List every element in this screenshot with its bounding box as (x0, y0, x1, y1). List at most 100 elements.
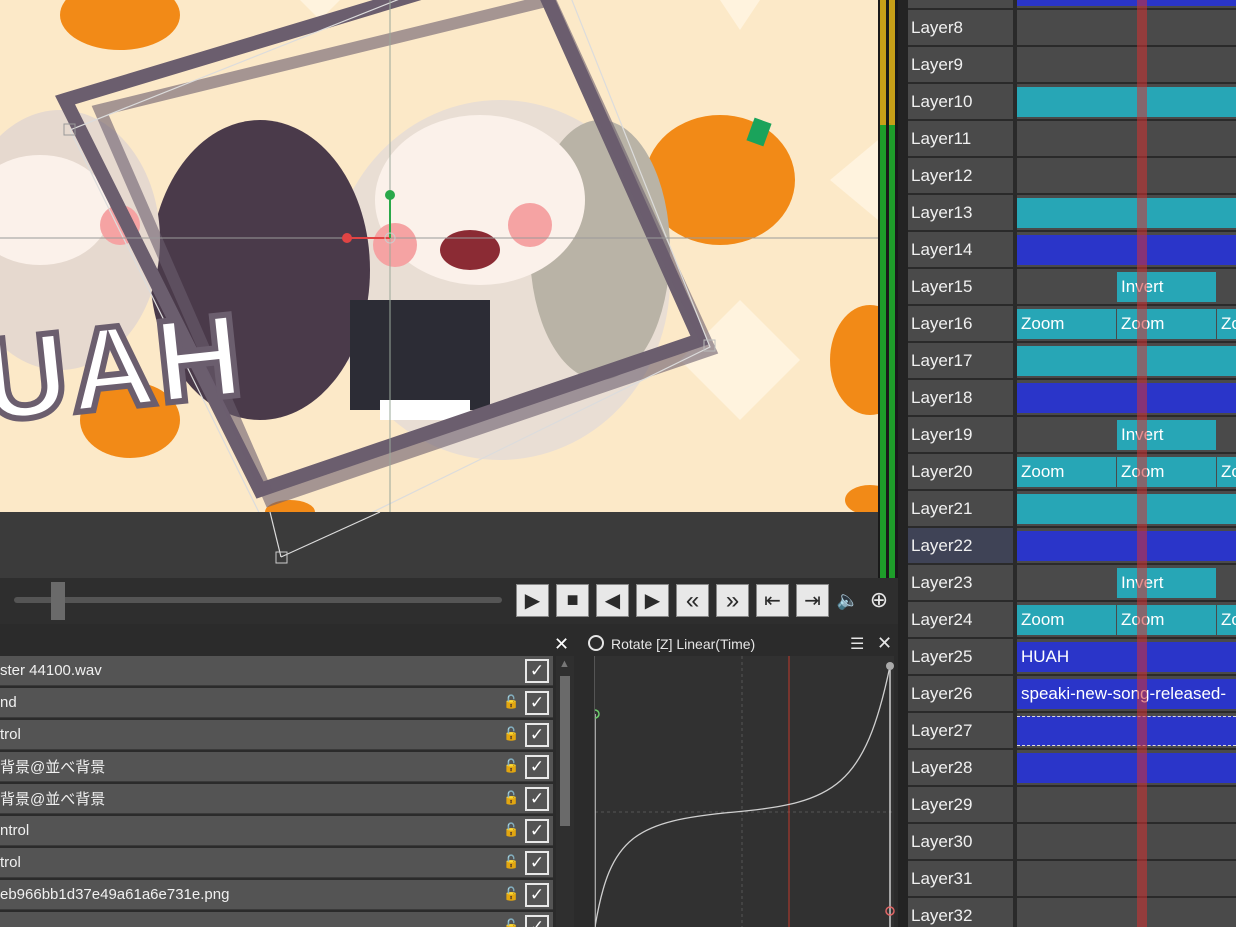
layer-list-row[interactable]: 背景@並べ背景 🔓 ✓ (0, 784, 553, 814)
timeline-track[interactable] (1017, 380, 1236, 416)
go-end-button[interactable]: ⇥ (796, 584, 829, 617)
timeline-clip[interactable] (1017, 346, 1236, 376)
seek-bar-track[interactable] (14, 597, 502, 603)
timeline-track[interactable]: speaki-new-song-released- (1017, 676, 1236, 712)
fast-forward-button[interactable]: » (716, 584, 749, 617)
timeline-clip[interactable]: Zoom (1117, 309, 1216, 339)
timeline-track[interactable]: ZoomZoomZo (1017, 454, 1236, 490)
timeline-track[interactable] (1017, 121, 1236, 157)
go-start-button[interactable]: ⇤ (756, 584, 789, 617)
volume-icon[interactable]: 🔈 (836, 588, 860, 612)
timeline-layer-name[interactable]: Layer26 (908, 676, 1015, 712)
timeline-clip[interactable] (1017, 198, 1236, 228)
timeline-layer-name[interactable]: Layer11 (908, 121, 1015, 157)
scrollbar-thumb[interactable] (560, 676, 570, 826)
timeline-clip[interactable]: Zo (1217, 457, 1236, 487)
timeline-track[interactable] (1017, 343, 1236, 379)
close-icon[interactable]: ✕ (554, 634, 569, 655)
timeline-track[interactable]: ZoomZoomZo (1017, 306, 1236, 342)
timeline-layer-name[interactable]: Layer15 (908, 269, 1015, 305)
timeline-track[interactable]: HUAH (1017, 639, 1236, 675)
timeline-layer-name[interactable]: Layer21 (908, 491, 1015, 527)
visibility-checkbox[interactable]: ✓ (525, 819, 549, 843)
timeline-clip[interactable]: Zoom (1017, 309, 1116, 339)
timeline-track[interactable] (1017, 750, 1236, 786)
timeline-track[interactable] (1017, 232, 1236, 268)
timeline-clip[interactable]: Zo (1217, 309, 1236, 339)
lock-icon[interactable]: 🔓 (503, 886, 519, 902)
timeline-layer-name[interactable]: Layer9 (908, 47, 1015, 83)
timeline-clip[interactable] (1017, 87, 1236, 117)
timeline-track[interactable] (1017, 861, 1236, 897)
timeline-layer-name[interactable]: Layer31 (908, 861, 1015, 897)
play-button[interactable]: ▶ (516, 584, 549, 617)
timeline-layer-name[interactable]: Layer23 (908, 565, 1015, 601)
timeline-track[interactable] (1017, 528, 1236, 564)
timeline-layer-name[interactable]: Layer18 (908, 380, 1015, 416)
easing-curve[interactable] (590, 656, 895, 927)
timeline-clip[interactable]: speaki-new-song-released- (1017, 679, 1236, 709)
timeline-layer-name[interactable]: Layer13 (908, 195, 1015, 231)
timeline-layer-name[interactable]: Layer32 (908, 898, 1015, 927)
timeline-clip[interactable]: Zoom (1017, 605, 1116, 635)
timeline-track[interactable]: ZoomZoomZo (1017, 602, 1236, 638)
lock-icon[interactable]: 🔓 (503, 758, 519, 774)
timeline-layer-name[interactable]: Layer22 (908, 528, 1015, 564)
panel-splitter[interactable] (898, 0, 908, 927)
timeline-track[interactable] (1017, 898, 1236, 927)
layer-list-row[interactable]: 背景@並べ背景 🔓 ✓ (0, 752, 553, 782)
next-frame-button[interactable]: ▶ (636, 584, 669, 617)
timeline-layer-name[interactable]: Layer8 (908, 10, 1015, 46)
timeline-clip[interactable]: Zo (1217, 605, 1236, 635)
menu-icon[interactable]: ☰ (850, 634, 864, 654)
lock-icon[interactable]: 🔓 (503, 790, 519, 806)
timeline-clip[interactable] (1017, 0, 1236, 6)
timeline-track[interactable]: Invert (1017, 417, 1236, 453)
visibility-checkbox[interactable]: ✓ (525, 787, 549, 811)
layer-list-row[interactable]: ster 44100.wav ✓ (0, 656, 553, 686)
visibility-checkbox[interactable]: ✓ (525, 691, 549, 715)
visibility-checkbox[interactable]: ✓ (525, 723, 549, 747)
timeline-clip[interactable] (1017, 494, 1236, 524)
rewind-button[interactable]: « (676, 584, 709, 617)
visibility-checkbox[interactable]: ✓ (525, 915, 549, 927)
preview-area[interactable]: UAH (0, 0, 878, 578)
timeline-clip[interactable]: Zoom (1117, 605, 1216, 635)
layer-list-scrollbar[interactable]: ▲ (556, 656, 574, 927)
layer-list-row[interactable]: ntrol 🔓 ✓ (0, 816, 553, 846)
timeline-clip[interactable] (1017, 383, 1236, 413)
timeline-track[interactable]: Invert (1017, 565, 1236, 601)
seek-bar-thumb[interactable] (51, 582, 65, 620)
zoom-icon[interactable]: ⊕ (867, 587, 891, 612)
timeline-layer-name[interactable] (908, 0, 1015, 9)
timeline-layer-name[interactable]: Layer25 (908, 639, 1015, 675)
timeline-clip[interactable]: Invert (1117, 272, 1216, 302)
timeline-track[interactable] (1017, 47, 1236, 83)
timeline-clip[interactable] (1017, 753, 1236, 783)
timeline-clip[interactable]: Zoom (1117, 457, 1216, 487)
timeline-clip[interactable]: Zoom (1017, 457, 1116, 487)
timeline-layer-name[interactable]: Layer29 (908, 787, 1015, 823)
timeline-track[interactable] (1017, 84, 1236, 120)
timeline-track[interactable] (1017, 0, 1236, 9)
timeline-clip[interactable]: HUAH (1017, 642, 1236, 672)
visibility-checkbox[interactable]: ✓ (525, 659, 549, 683)
timeline-clip[interactable] (1017, 531, 1236, 561)
visibility-checkbox[interactable]: ✓ (525, 755, 549, 779)
lock-icon[interactable]: 🔓 (503, 918, 519, 927)
timeline-layer-name[interactable]: Layer24 (908, 602, 1015, 638)
timeline-layer-name[interactable]: Layer27 (908, 713, 1015, 749)
timeline-clip[interactable]: Invert (1117, 420, 1216, 450)
timeline-panel[interactable]: Layer8 Layer9 Layer10 Layer11 Layer12 Layer13… (908, 0, 1236, 927)
layer-list-row[interactable]: nd 🔓 ✓ (0, 688, 553, 718)
visibility-checkbox[interactable]: ✓ (525, 883, 549, 907)
timeline-track[interactable] (1017, 787, 1236, 823)
close-icon[interactable]: ✕ (877, 633, 892, 654)
timeline-track[interactable] (1017, 195, 1236, 231)
timeline-layer-name[interactable]: Layer16 (908, 306, 1015, 342)
timeline-track[interactable] (1017, 824, 1236, 860)
timeline-layer-name[interactable]: Layer17 (908, 343, 1015, 379)
scroll-up-icon[interactable]: ▲ (559, 658, 570, 670)
curve-graph[interactable] (590, 656, 895, 927)
timeline-layer-name[interactable]: Layer19 (908, 417, 1015, 453)
